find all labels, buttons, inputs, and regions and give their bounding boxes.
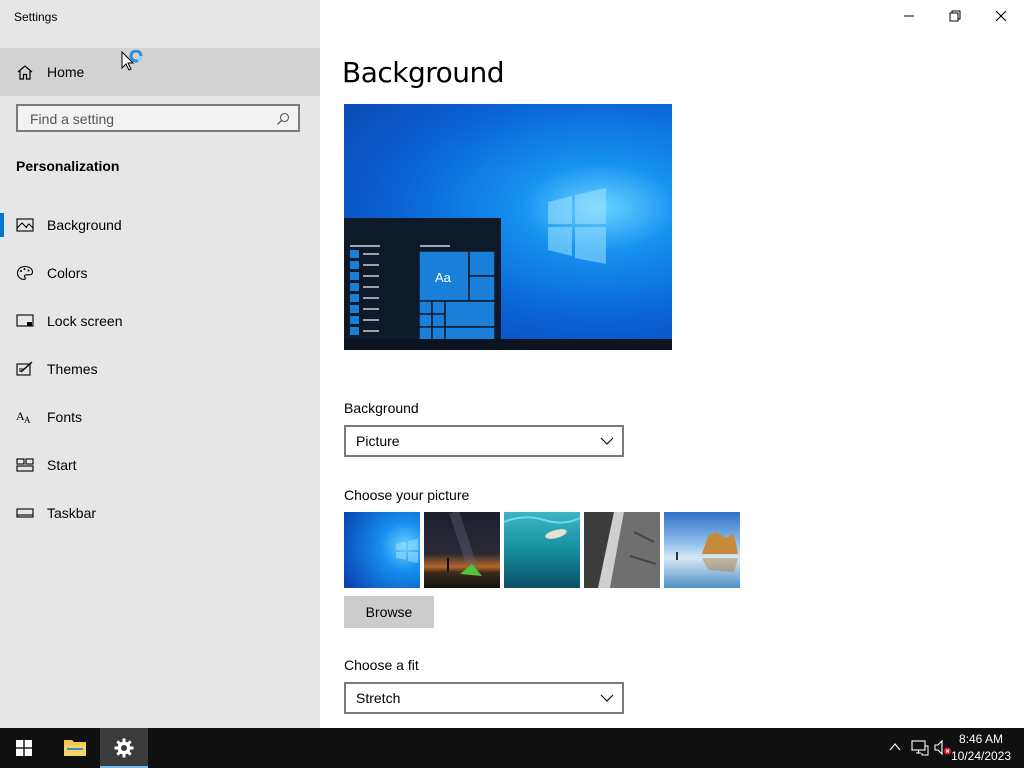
system-clock[interactable]: 8:46 AM 10/24/2023 — [946, 731, 1016, 765]
fit-dropdown-value: Stretch — [356, 690, 401, 706]
sidebar-item-label: Themes — [47, 361, 98, 377]
search-box[interactable] — [16, 104, 300, 132]
themes-icon — [16, 361, 33, 376]
svg-text:A: A — [24, 415, 31, 425]
taskbar-icon — [16, 508, 34, 518]
home-label: Home — [47, 64, 85, 80]
chevron-down-icon — [600, 694, 614, 702]
restore-icon — [949, 10, 961, 22]
picture-icon — [16, 218, 34, 232]
background-dropdown-value: Picture — [356, 433, 400, 449]
palette-icon — [16, 265, 34, 281]
desktop-preview: Aa — [344, 104, 672, 350]
sidebar-item-themes[interactable]: Themes — [0, 345, 320, 393]
chevron-up-icon[interactable] — [888, 740, 902, 754]
picture-thumbnail-underwater[interactable] — [504, 512, 580, 588]
sidebar-item-label: Colors — [47, 265, 88, 281]
background-dropdown[interactable]: Picture — [344, 425, 624, 457]
settings-sidebar: Settings Home Personalization Background… — [0, 0, 320, 728]
choose-fit-label: Choose a fit — [344, 657, 419, 673]
sidebar-item-background[interactable]: Background — [0, 201, 320, 249]
home-button[interactable]: Home — [0, 48, 320, 96]
sidebar-item-taskbar[interactable]: Taskbar — [0, 489, 320, 537]
active-indicator — [0, 213, 4, 237]
choose-picture-label: Choose your picture — [344, 487, 470, 503]
network-icon[interactable] — [911, 740, 929, 756]
settings-taskbar-button[interactable] — [100, 728, 148, 768]
settings-icon — [114, 738, 134, 758]
close-icon — [995, 10, 1007, 22]
app-title: Settings — [14, 10, 58, 24]
minimize-button[interactable] — [886, 0, 932, 32]
file-explorer-button[interactable] — [51, 728, 99, 768]
sidebar-item-label: Taskbar — [47, 505, 97, 521]
preview-taskbar — [344, 339, 672, 350]
home-icon — [17, 65, 33, 80]
search-icon[interactable] — [276, 112, 290, 126]
file-explorer-icon — [64, 740, 86, 756]
sidebar-item-label: Start — [47, 457, 77, 473]
windows-logo-icon — [548, 188, 606, 264]
lock-screen-icon — [16, 314, 34, 327]
sidebar-item-fonts[interactable]: A A Fonts — [0, 393, 320, 441]
windows-taskbar: 8:46 AM 10/24/2023 — [0, 728, 1024, 768]
minimize-icon — [904, 15, 914, 17]
restore-button[interactable] — [932, 0, 978, 32]
picture-thumbnail-beach-rocks[interactable] — [664, 512, 740, 588]
fonts-icon: A A — [16, 409, 31, 425]
picture-thumbnail-windows-blue[interactable] — [344, 512, 420, 588]
sidebar-item-start[interactable]: Start — [0, 441, 320, 489]
background-label: Background — [344, 400, 419, 416]
clock-date: 10/24/2023 — [950, 749, 1012, 763]
picture-thumbnail-night-sky[interactable] — [424, 512, 500, 588]
close-button[interactable] — [978, 0, 1024, 32]
sidebar-item-lock-screen[interactable]: Lock screen — [0, 297, 320, 345]
picture-thumbnail-rock-cliff[interactable] — [584, 512, 660, 588]
sidebar-item-colors[interactable]: Colors — [0, 249, 320, 297]
start-button[interactable] — [0, 728, 48, 768]
clock-time: 8:46 AM — [958, 732, 1004, 746]
sidebar-item-label: Background — [47, 217, 122, 233]
busy-cursor-icon — [121, 50, 143, 71]
browse-button[interactable]: Browse — [344, 596, 434, 628]
sidebar-item-label: Fonts — [47, 409, 83, 425]
section-title: Personalization — [16, 158, 120, 174]
preview-tile-text: Aa — [435, 270, 451, 285]
page-title: Background — [342, 56, 505, 89]
start-menu-icon — [16, 458, 34, 472]
search-input[interactable] — [28, 110, 272, 128]
fit-dropdown[interactable]: Stretch — [344, 682, 624, 714]
windows-start-icon — [16, 740, 32, 756]
sidebar-item-label: Lock screen — [47, 313, 123, 329]
preview-start-menu: Aa — [344, 218, 501, 341]
chevron-down-icon — [600, 437, 614, 445]
